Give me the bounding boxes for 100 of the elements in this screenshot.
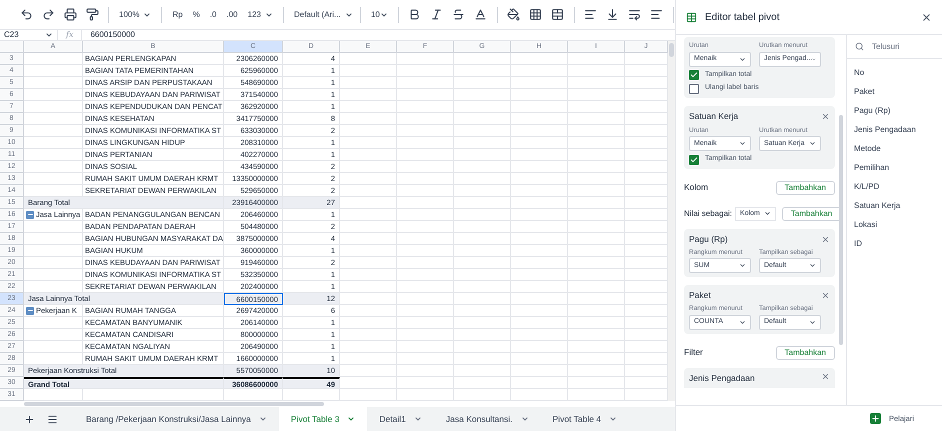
empty-cell[interactable]: [397, 245, 454, 257]
sheet-tab[interactable]: Pivot Table 3: [278, 407, 368, 431]
empty-cell[interactable]: [340, 77, 397, 89]
empty-cell[interactable]: [511, 377, 568, 389]
empty-cell[interactable]: [568, 305, 625, 317]
field-item[interactable]: Pemilihan: [854, 162, 935, 174]
field-item[interactable]: Lokasi: [854, 219, 935, 231]
empty-cell[interactable]: [340, 149, 397, 161]
empty-cell[interactable]: [454, 317, 511, 329]
close-icon[interactable]: [821, 112, 830, 121]
empty-cell[interactable]: [511, 293, 568, 305]
empty-cell[interactable]: [397, 365, 454, 377]
empty-cell[interactable]: [511, 137, 568, 149]
empty-cell[interactable]: [454, 113, 511, 125]
empty-cell[interactable]: [568, 185, 625, 197]
empty-cell[interactable]: [454, 137, 511, 149]
empty-cell[interactable]: [568, 161, 625, 173]
empty-cell[interactable]: [511, 197, 568, 209]
formula-input[interactable]: 6600150000: [82, 29, 143, 41]
empty-cell[interactable]: [397, 293, 454, 305]
empty-cell[interactable]: [454, 281, 511, 293]
empty-cell[interactable]: [397, 221, 454, 233]
empty-cell[interactable]: [568, 281, 625, 293]
empty-cell[interactable]: [340, 53, 397, 65]
add-button[interactable]: Tambahkan: [782, 206, 839, 221]
empty-cell[interactable]: [454, 53, 511, 65]
empty-cell[interactable]: [340, 233, 397, 245]
empty-cell[interactable]: [340, 125, 397, 137]
empty-cell[interactable]: [397, 125, 454, 137]
empty-cell[interactable]: [511, 209, 568, 221]
cell-reference[interactable]: C23: [4, 29, 19, 41]
empty-cell[interactable]: [397, 89, 454, 101]
add-sheet-icon[interactable]: [24, 414, 35, 424]
empty-cell[interactable]: [397, 317, 454, 329]
empty-cell[interactable]: [568, 245, 625, 257]
close-icon[interactable]: [921, 12, 932, 22]
empty-cell[interactable]: [340, 353, 397, 365]
empty-cell[interactable]: [340, 245, 397, 257]
empty-cell[interactable]: [568, 173, 625, 185]
empty-cell[interactable]: [454, 341, 511, 353]
empty-cell[interactable]: [511, 389, 568, 401]
empty-cell[interactable]: [511, 233, 568, 245]
empty-cell[interactable]: [511, 269, 568, 281]
checkbox[interactable]: [689, 84, 699, 94]
empty-cell[interactable]: [511, 341, 568, 353]
empty-cell[interactable]: [511, 365, 568, 377]
empty-cell[interactable]: [568, 257, 625, 269]
empty-cell[interactable]: [340, 317, 397, 329]
empty-cell[interactable]: [511, 161, 568, 173]
select-all-corner[interactable]: [0, 41, 24, 53]
empty-cell[interactable]: [340, 329, 397, 341]
field-item[interactable]: Pagu (Rp): [854, 105, 935, 117]
empty-cell[interactable]: [397, 173, 454, 185]
empty-cell[interactable]: [511, 245, 568, 257]
field-item[interactable]: Metode: [854, 143, 935, 155]
empty-cell[interactable]: [340, 65, 397, 77]
empty-cell[interactable]: [397, 185, 454, 197]
empty-cell[interactable]: [454, 233, 511, 245]
empty-cell[interactable]: [454, 149, 511, 161]
sheet-list-icon[interactable]: [47, 414, 58, 424]
empty-cell[interactable]: [511, 77, 568, 89]
empty-cell[interactable]: [340, 173, 397, 185]
empty-cell[interactable]: [340, 257, 397, 269]
empty-cell[interactable]: [511, 89, 568, 101]
empty-cell[interactable]: [454, 353, 511, 365]
empty-cell[interactable]: [340, 389, 397, 401]
empty-cell[interactable]: [454, 185, 511, 197]
font-size-dropdown[interactable]: 10: [366, 4, 392, 24]
search-field[interactable]: Telusuri: [872, 40, 932, 52]
empty-cell[interactable]: [340, 209, 397, 221]
empty-cell[interactable]: [454, 89, 511, 101]
empty-cell[interactable]: [340, 137, 397, 149]
sheet-tab[interactable]: Pivot Table 4: [540, 407, 630, 431]
empty-cell[interactable]: [224, 389, 283, 401]
empty-cell[interactable]: [397, 65, 454, 77]
font-dropdown[interactable]: Default (Ari...: [290, 4, 354, 24]
empty-cell[interactable]: [397, 209, 454, 221]
empty-cell[interactable]: [397, 77, 454, 89]
currency-button[interactable]: Rp: [168, 4, 187, 24]
increase-decimals-button[interactable]: .00: [222, 4, 242, 24]
empty-cell[interactable]: [454, 377, 511, 389]
number-format-dropdown[interactable]: 123: [244, 4, 277, 24]
empty-cell[interactable]: [283, 389, 340, 401]
empty-cell[interactable]: [511, 317, 568, 329]
field-item[interactable]: Paket: [854, 86, 935, 98]
empty-cell[interactable]: [568, 233, 625, 245]
empty-cell[interactable]: [511, 281, 568, 293]
empty-cell[interactable]: [340, 101, 397, 113]
empty-cell[interactable]: [454, 305, 511, 317]
empty-cell[interactable]: [568, 317, 625, 329]
empty-cell[interactable]: [397, 113, 454, 125]
empty-cell[interactable]: [568, 101, 625, 113]
empty-cell[interactable]: [568, 389, 625, 401]
empty-cell[interactable]: [511, 185, 568, 197]
empty-cell[interactable]: [454, 221, 511, 233]
empty-cell[interactable]: [568, 137, 625, 149]
empty-cell[interactable]: [454, 161, 511, 173]
empty-cell[interactable]: [454, 269, 511, 281]
collapse-toggle[interactable]: [26, 306, 34, 314]
empty-cell[interactable]: [568, 353, 625, 365]
